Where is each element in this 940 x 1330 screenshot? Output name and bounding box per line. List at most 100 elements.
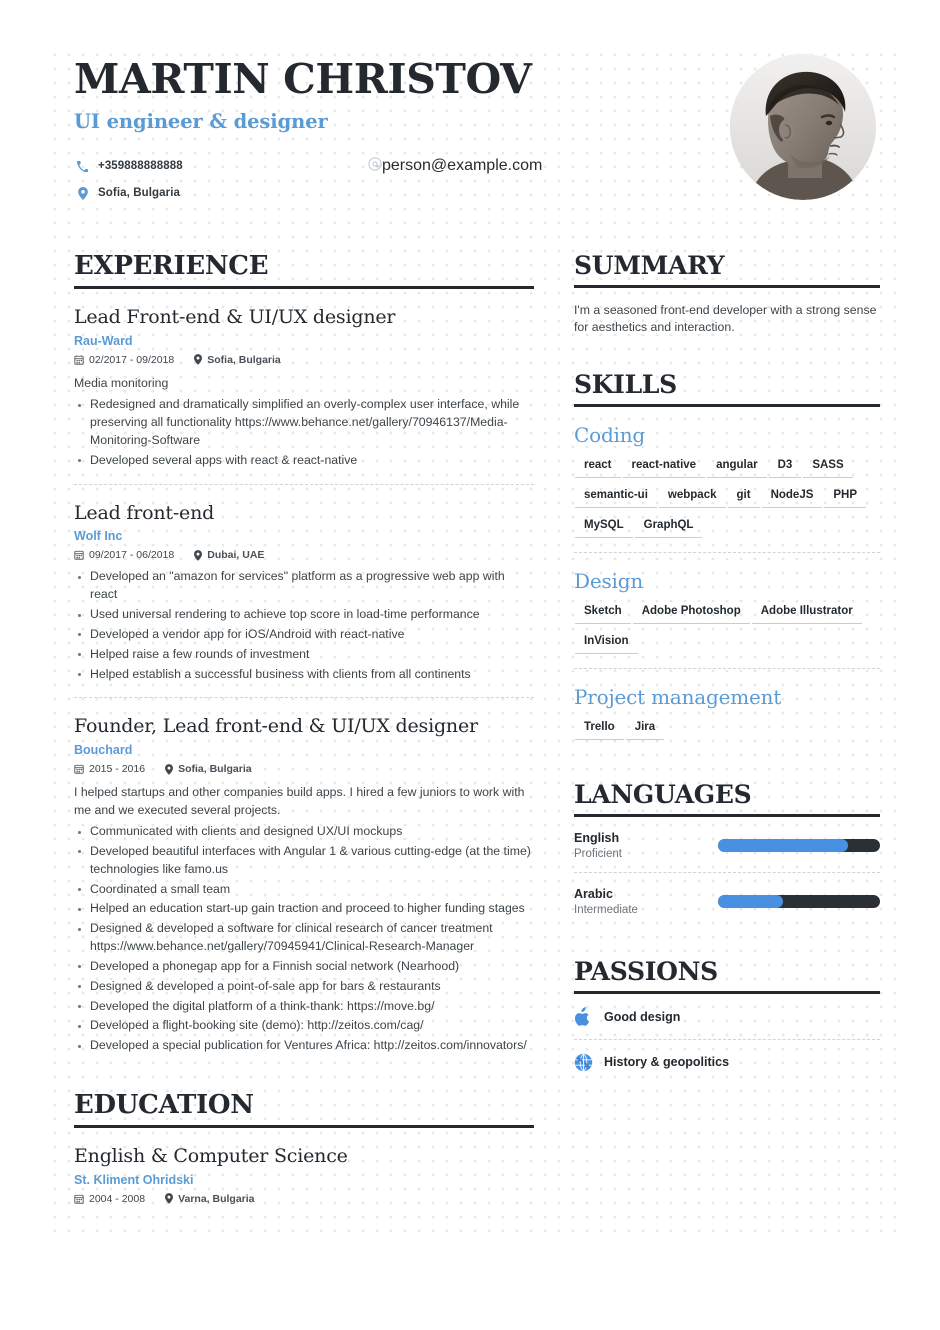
phone-icon xyxy=(74,160,91,172)
bullet-item: Developed a phonegap app for a Finnish s… xyxy=(74,958,534,976)
entry-title: Founder, Lead front-end & UI/UX designer xyxy=(74,715,478,738)
languages-heading: LANGUAGES xyxy=(574,781,880,817)
language-progress-bar xyxy=(718,894,880,908)
education-entry: English & Computer Science St. Kliment O… xyxy=(74,1128,534,1205)
location-pin-icon xyxy=(165,1193,174,1205)
entry-meta: 09/2017 - 06/2018 Dubai, UAE xyxy=(74,549,534,561)
contact-block: +359888888888 Sofia, Bulgaria person@exa… xyxy=(74,155,544,204)
contact-email: person@example.com xyxy=(368,155,542,177)
entry-description: Media monitoring xyxy=(74,375,169,390)
bullet-item: Developed the digital platform of a thin… xyxy=(74,998,534,1016)
entry-meta: 2004 - 2008 Varna, Bulgaria xyxy=(74,1193,534,1205)
language-progress-bar xyxy=(718,838,880,852)
entry-description: I helped startups and other companies bu… xyxy=(74,785,525,817)
passions-heading: PASSIONS xyxy=(574,958,880,994)
bullet-item: Helped establish a successful business w… xyxy=(74,666,534,684)
location-pin-icon xyxy=(165,763,174,775)
skill-tag: MySQL xyxy=(575,517,633,538)
bullet-item: Developed beautiful interfaces with Angu… xyxy=(74,843,534,879)
passion-label: Good design xyxy=(604,1009,681,1024)
entry-bullets: Communicated with clients and designed U… xyxy=(74,823,534,1055)
entry-date: 2004 - 2008 xyxy=(89,1192,146,1205)
passion-row: Good design xyxy=(574,994,880,1039)
language-row: Arabic Intermediate xyxy=(574,873,880,928)
bullet-item: Redesigned and dramatically simplified a… xyxy=(74,396,534,449)
education-heading: EDUCATION xyxy=(74,1091,534,1129)
bullet-item: Helped raise a few rounds of investment xyxy=(74,646,534,664)
entry-meta: 2015 - 2016 Sofia, Bulgaria xyxy=(74,763,534,775)
skill-tag: webpack xyxy=(658,487,726,508)
location-text: Sofia, Bulgaria xyxy=(98,187,181,200)
bullet-item: Developed several apps with react & reac… xyxy=(74,452,534,470)
resume-body: EXPERIENCE Lead Front-end & UI/UX design… xyxy=(74,252,880,1205)
entry-date: 02/2017 - 09/2018 xyxy=(89,353,175,366)
bullet-item: Communicated with clients and designed U… xyxy=(74,823,534,841)
bullet-item: Used universal rendering to achieve top … xyxy=(74,606,534,624)
entry-date: 2015 - 2016 xyxy=(89,763,146,776)
contact-location: Sofia, Bulgaria xyxy=(74,182,544,204)
skill-tag: Trello xyxy=(575,719,624,740)
apple-icon xyxy=(574,1006,604,1027)
skill-tag: GraphQL xyxy=(634,517,703,538)
right-column: SUMMARY I'm a seasoned front-end develop… xyxy=(574,252,880,1205)
location-pin-icon xyxy=(194,550,203,561)
skill-tag: NodeJS xyxy=(761,487,823,508)
entry-organization: St. Kliment Ohridski xyxy=(74,1172,194,1187)
bullet-item: Designed & developed a point-of-sale app… xyxy=(74,978,534,996)
bullet-item: Developed a special publication for Vent… xyxy=(74,1037,534,1055)
globe-icon xyxy=(574,1053,604,1072)
language-progress-fill xyxy=(718,838,848,852)
resume-content: MARTIN CHRISTOV UI engineer & designer +… xyxy=(0,0,940,1205)
skill-tag: angular xyxy=(707,457,767,478)
skill-tag: Adobe Photoshop xyxy=(632,603,750,624)
skills-heading: SKILLS xyxy=(574,371,880,407)
entry-organization: Bouchard xyxy=(74,743,133,758)
bullet-item: Developed a flight-booking site (demo): … xyxy=(74,1017,534,1035)
skill-tag-list: react react-native angular D3 SASS seman… xyxy=(574,457,880,547)
summary-heading: SUMMARY xyxy=(574,252,880,288)
skill-group-title: Design xyxy=(574,568,644,593)
skill-tag: PHP xyxy=(824,487,867,508)
entry-bullets: Developed an "amazon for services" platf… xyxy=(74,568,534,683)
entry-bullets: Redesigned and dramatically simplified a… xyxy=(74,396,534,469)
entry-title: English & Computer Science xyxy=(74,1145,348,1168)
skill-tag-list: Sketch Adobe Photoshop Adobe Illustrator… xyxy=(574,603,880,663)
skill-tag: Jira xyxy=(625,719,665,740)
location-pin-icon xyxy=(194,354,203,366)
bullet-item: Developed a vendor app for iOS/Android w… xyxy=(74,626,534,644)
calendar-icon xyxy=(74,764,84,774)
entry-organization: Wolf Inc xyxy=(74,529,123,544)
language-info: English Proficient xyxy=(574,831,622,860)
entry-place: Varna, Bulgaria xyxy=(178,1192,255,1205)
bullet-item: Helped an education start-up gain tracti… xyxy=(74,900,534,918)
skill-tag: git xyxy=(727,487,760,508)
skill-tag: SASS xyxy=(803,457,853,478)
calendar-icon xyxy=(74,1194,84,1204)
passion-label: History & geopolitics xyxy=(604,1055,730,1070)
experience-entry: Lead front-end Wolf Inc 09/2017 - 06/201… xyxy=(74,485,534,684)
skill-tag: react xyxy=(575,457,621,478)
language-level: Intermediate xyxy=(574,903,638,916)
experience-entry: Lead Front-end & UI/UX designer Rau-Ward… xyxy=(74,289,534,470)
experience-entry: Founder, Lead front-end & UI/UX designer… xyxy=(74,698,534,1055)
bullet-item: Coordinated a small team xyxy=(74,881,534,899)
calendar-icon xyxy=(74,355,84,365)
email-text: person@example.com xyxy=(382,157,543,175)
entry-date: 09/2017 - 06/2018 xyxy=(89,549,175,562)
passion-row: History & geopolitics xyxy=(574,1040,880,1084)
language-row: English Proficient xyxy=(574,817,880,872)
skill-group-title: Project management xyxy=(574,684,782,709)
language-level: Proficient xyxy=(574,847,622,860)
entry-place: Sofia, Bulgaria xyxy=(178,763,252,776)
skill-group-divider xyxy=(574,667,880,669)
left-column: EXPERIENCE Lead Front-end & UI/UX design… xyxy=(74,252,534,1205)
language-progress-fill xyxy=(718,894,783,908)
resume-header: MARTIN CHRISTOV UI engineer & designer +… xyxy=(74,54,880,220)
skill-group-divider xyxy=(574,551,880,553)
skill-tag: D3 xyxy=(768,457,802,478)
bullet-item: Designed & developed a software for clin… xyxy=(74,920,534,956)
entry-place: Sofia, Bulgaria xyxy=(207,353,281,366)
